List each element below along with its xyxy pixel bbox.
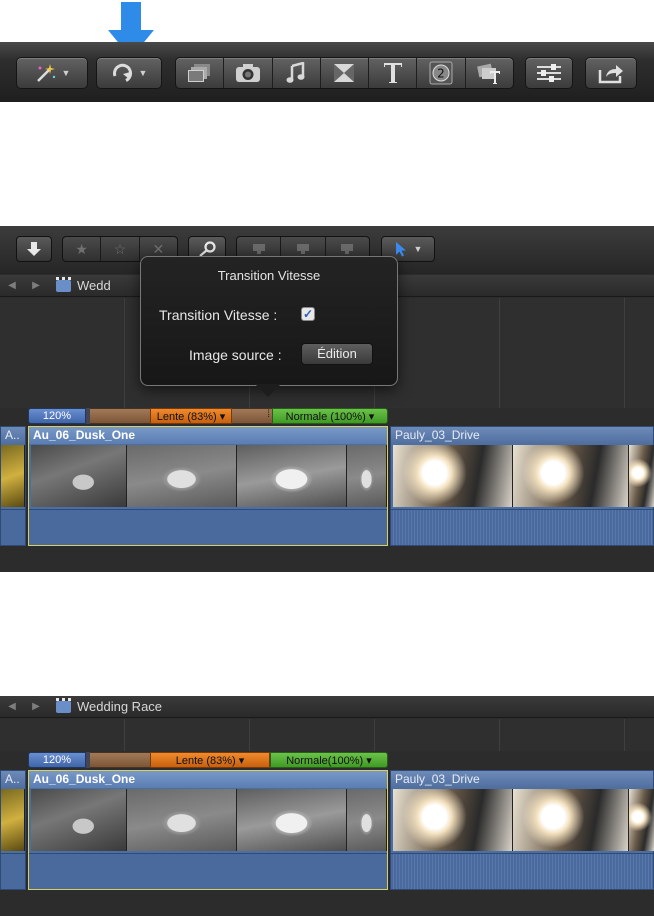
clip-thumbnail: [127, 789, 237, 851]
themes-icon[interactable]: [466, 58, 513, 88]
clip-pauly-03-drive[interactable]: Pauly_03_Drive: [390, 426, 654, 546]
audio-waveform: [29, 509, 387, 545]
speed-segment-normal[interactable]: Normale(100%) ▾: [270, 752, 388, 768]
project-name: Wedding Race: [77, 699, 163, 714]
clip-title: Au_06_Dusk_One: [29, 427, 387, 444]
audio-waveform: [391, 853, 653, 889]
transition-icon[interactable]: [321, 58, 370, 88]
back-arrow-icon[interactable]: ◀: [0, 701, 24, 712]
camera-icon[interactable]: [224, 58, 273, 88]
film-browser-icon[interactable]: [176, 58, 225, 88]
source-frame-label: Image source :: [189, 347, 282, 363]
timeline-panel: ◀ ▶ Wedding Race 120% Lente (83%) ▾ Norm…: [0, 696, 654, 916]
clip-thumbnail: [347, 789, 387, 851]
handle-glyph: ⁞: [267, 409, 270, 420]
back-arrow-icon[interactable]: ◀: [0, 280, 24, 291]
speed-segment-slow[interactable]: Lente (83%) ▾: [150, 752, 270, 768]
speed-transition-popover: Transition Vitesse Transition Vitesse : …: [140, 256, 398, 386]
retime-speed-bar: 120% Lente (83%) ▾ Normale(100%) ▾: [28, 752, 388, 768]
star-outline-icon[interactable]: ☆: [101, 237, 140, 261]
chevron-down-icon: ▼: [413, 244, 423, 254]
clip-thumbnail: [393, 445, 513, 507]
retime-speed-bar: 120% Lente (83%) ▾ ⁞ Normale (100%) ▾: [28, 408, 388, 424]
speed-transition-label: Transition Vitesse :: [159, 307, 278, 323]
clip-thumbnail: [347, 445, 387, 507]
prev-clip-title: A..: [1, 771, 25, 788]
share-icon: [598, 65, 623, 84]
prev-clip[interactable]: A..: [0, 770, 26, 890]
audio-waveform: [1, 509, 25, 545]
clip-thumbnail: [1, 789, 25, 851]
chevron-down-icon: ▼: [61, 68, 71, 78]
speed-normal-label: Normale (100%) ▾: [285, 410, 375, 423]
music-note-icon[interactable]: [273, 58, 321, 88]
audio-waveform: [29, 853, 387, 889]
forward-arrow-icon[interactable]: ▶: [24, 280, 48, 291]
clip-au-06-dusk-one[interactable]: Au_06_Dusk_One: [28, 770, 388, 890]
project-clapper-icon: [56, 697, 71, 713]
enhance-button[interactable]: ▼: [16, 57, 88, 89]
clip-thumbnail: [237, 789, 347, 851]
transition-segment-2: ⁞: [232, 408, 272, 424]
clip-thumbnail: [1, 445, 25, 507]
audio-waveform: [391, 509, 653, 545]
clip-title: Au_06_Dusk_One: [29, 771, 387, 788]
retime-icon: [112, 63, 132, 82]
popover-pointer: [255, 384, 281, 397]
magic-wand-icon: [36, 64, 55, 82]
popover-title: Transition Vitesse: [217, 268, 321, 283]
chevron-down-icon: ▼: [138, 68, 148, 78]
import-button[interactable]: [16, 236, 52, 262]
clip-title: Pauly_03_Drive: [391, 771, 653, 788]
keyword-key-icon: [199, 241, 216, 257]
clip-thumbnail: [629, 445, 654, 507]
clip-thumbnail: [31, 789, 127, 851]
star-filled-icon[interactable]: ★: [63, 237, 102, 261]
generator-icon[interactable]: 2: [417, 58, 466, 88]
speed-segment-slow[interactable]: Lente (83%) ▾: [150, 408, 232, 424]
svg-text:2: 2: [437, 67, 445, 81]
timeline-nav-bar: ◀ ▶ Wedding Race: [0, 696, 654, 718]
audio-waveform: [1, 853, 25, 889]
select-arrow-icon: [395, 242, 406, 257]
project-name: Wedd: [77, 278, 111, 293]
share-button[interactable]: [585, 57, 637, 89]
clip-thumbnail: [31, 445, 127, 507]
clip-title: Pauly_03_Drive: [391, 427, 653, 444]
prev-clip-title: A..: [1, 427, 25, 444]
retime-button[interactable]: ▼: [96, 57, 162, 89]
speed-normal-label: Normale(100%) ▾: [286, 754, 372, 767]
speed-slow-label: Lente (83%) ▾: [175, 754, 245, 767]
timeline-ruler: [0, 719, 654, 751]
import-arrow-icon: [27, 242, 41, 256]
clip-thumbnail: [127, 445, 237, 507]
clip-thumbnail: [237, 445, 347, 507]
speed-segment-fast[interactable]: 120%: [28, 408, 86, 424]
speed-segment-normal[interactable]: Normale (100%) ▾: [272, 408, 388, 424]
transition-segment: [90, 752, 150, 768]
speed-transition-checkbox[interactable]: ✓: [301, 307, 315, 321]
clip-au-06-dusk-one[interactable]: Au_06_Dusk_One: [28, 426, 388, 546]
clip-thumbnail: [393, 789, 513, 851]
project-clapper-icon: [56, 276, 71, 292]
clip-pauly-03-drive[interactable]: Pauly_03_Drive: [390, 770, 654, 890]
clip-thumbnail: [629, 789, 654, 851]
inspector-button[interactable]: [525, 57, 573, 89]
source-frame-button[interactable]: Édition: [301, 343, 373, 365]
inspector-sliders-icon: [537, 64, 561, 82]
speed-fast-label: 120%: [42, 754, 72, 766]
clip-thumbnail: [513, 789, 629, 851]
forward-arrow-icon[interactable]: ▶: [24, 701, 48, 712]
main-toolbar: ▼ ▼ 2: [0, 42, 654, 102]
timeline-panel-with-popover: ★ ☆ ✕ ▼ ◀ ▶ Wedd 120% Lente (83%) ▾ ⁞ No…: [0, 226, 654, 572]
speed-slow-label: Lente (83%) ▾: [156, 410, 226, 423]
speed-segment-fast[interactable]: 120%: [28, 752, 86, 768]
speed-fast-label: 120%: [42, 410, 72, 422]
browser-buttons: 2: [175, 57, 514, 89]
title-text-icon[interactable]: [369, 58, 418, 88]
transition-segment: [90, 408, 150, 424]
clip-thumbnail: [513, 445, 629, 507]
prev-clip[interactable]: A..: [0, 426, 26, 546]
